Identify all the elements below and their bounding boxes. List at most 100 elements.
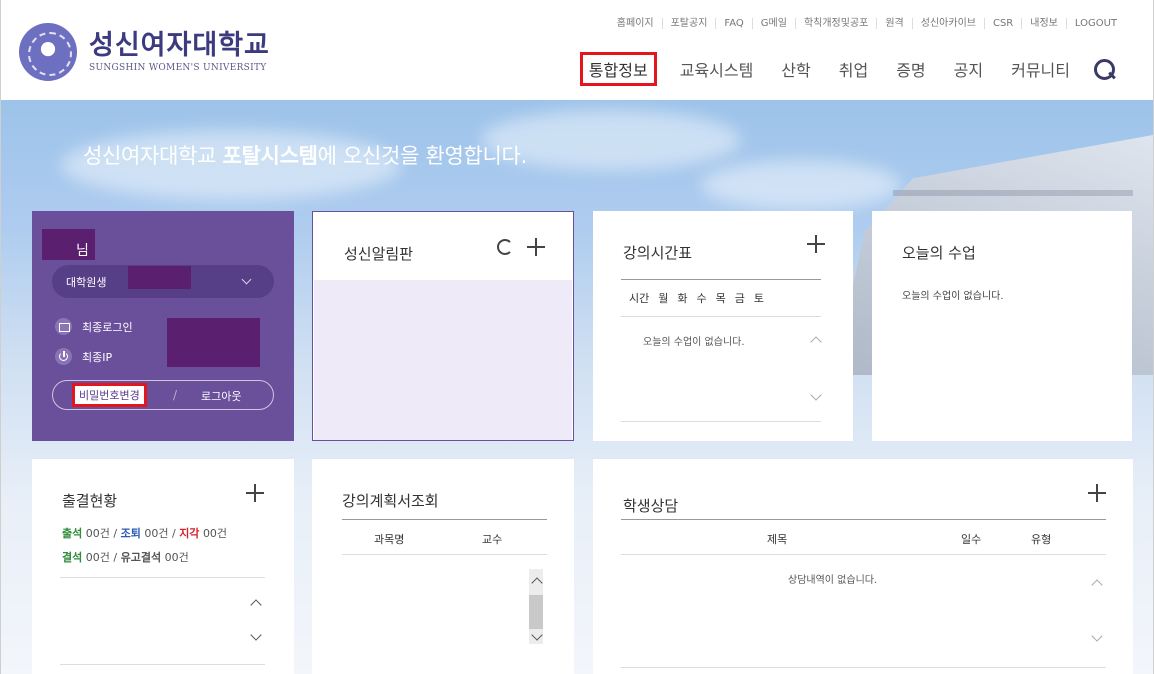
logo-english: SUNGSHIN WOMEN'S UNIVERSITY	[89, 63, 267, 73]
action-separator: /	[173, 388, 178, 402]
logo-korean: 성신여자대학교	[89, 30, 270, 61]
today-class-empty-message: 오늘의 수업이 없습니다.	[902, 291, 1004, 302]
chevron-down-icon[interactable]	[1091, 630, 1103, 642]
notice-board-body	[314, 280, 572, 440]
syllabus-card: 강의계획서조회 과목명 교수	[312, 459, 574, 674]
util-link-homepage[interactable]: 홈페이지	[609, 18, 662, 29]
attendance-line-2: 결석 00건 / 유고결석 00건	[62, 549, 189, 565]
attendance-bottom-divider	[60, 664, 265, 665]
utility-nav: 홈페이지 포탈공지 FAQ G메일 학칙개정및공포 원격 성신아카이브 CSR …	[609, 18, 1125, 29]
last-login-row: 최종로그인	[55, 318, 133, 335]
chevron-down-icon[interactable]	[250, 629, 262, 641]
notice-board-more-icon[interactable]	[527, 238, 545, 256]
attend-early-leave-value: 00건	[144, 527, 169, 540]
document-icon	[55, 318, 72, 335]
cloud-decoration	[701, 160, 901, 210]
welcome-text-bold: 포탈시스템	[222, 144, 318, 168]
attend-sep: /	[113, 527, 118, 540]
counseling-col-type: 유형	[1031, 533, 1052, 546]
util-link-logout[interactable]: LOGOUT	[1065, 18, 1125, 29]
attend-late-label: 지각	[179, 527, 200, 540]
attend-excused-value: 00건	[164, 551, 189, 564]
tt-col-thu: 목	[715, 292, 726, 305]
last-ip-label: 최종IP	[82, 350, 113, 364]
search-icon[interactable]	[1093, 58, 1115, 80]
attendance-title: 출결현황	[62, 492, 118, 510]
attend-present-label: 출석	[62, 527, 83, 540]
user-status-label: 대학원생	[66, 275, 107, 289]
syllabus-scroll-thumb[interactable]	[529, 595, 543, 629]
syllabus-title: 강의계획서조회	[342, 492, 439, 510]
chevron-up-icon[interactable]	[810, 336, 822, 348]
util-link-csr[interactable]: CSR	[983, 18, 1021, 29]
redacted-status	[128, 266, 191, 289]
util-link-gmail[interactable]: G메일	[751, 18, 795, 29]
attend-present-value: 00건	[85, 527, 110, 540]
util-link-rules[interactable]: 학칙개정및공포	[794, 18, 876, 29]
timetable-divider	[621, 421, 821, 422]
tt-col-sat: 토	[753, 292, 764, 305]
attendance-divider	[60, 577, 265, 578]
nav-industry[interactable]: 산학	[776, 54, 815, 84]
counseling-empty-message: 상담내역이 없습니다.	[788, 575, 878, 586]
attend-absent-label: 결석	[62, 551, 83, 564]
counseling-col-title: 제목	[767, 533, 788, 546]
nav-notice[interactable]: 공지	[949, 54, 988, 84]
welcome-text-pre: 성신여자대학교	[83, 144, 223, 168]
tt-col-wed: 수	[696, 292, 707, 305]
attend-sep: /	[113, 551, 118, 564]
attend-early-leave-label: 조퇴	[120, 527, 141, 540]
syllabus-col-subject: 과목명	[374, 533, 405, 546]
util-link-portal-notice[interactable]: 포탈공지	[661, 18, 716, 29]
header: 성신여자대학교 SUNGSHIN WOMEN'S UNIVERSITY 홈페이지…	[1, 0, 1153, 100]
counseling-divider	[621, 667, 1106, 668]
util-link-my-info[interactable]: 내정보	[1021, 18, 1066, 29]
timetable-header: 시간 월 화 수 목 금 토	[621, 279, 821, 317]
timetable-more-icon[interactable]	[807, 235, 825, 253]
refresh-icon[interactable]	[497, 239, 513, 255]
counseling-col-days: 일수	[961, 533, 982, 546]
main-nav: 통합정보 교육시스템 산학 취업 증명 공지 커뮤니티	[562, 52, 1115, 86]
nav-integrated-info[interactable]: 통합정보	[579, 52, 657, 86]
chevron-down-icon[interactable]	[810, 389, 822, 401]
tt-col-time: 시간	[629, 292, 650, 305]
nav-education-system[interactable]: 교육시스템	[675, 54, 759, 84]
tt-col-mon: 월	[658, 292, 669, 305]
logo-text: 성신여자대학교 SUNGSHIN WOMEN'S UNIVERSITY	[89, 30, 270, 74]
attend-late-value: 00건	[202, 527, 228, 540]
counseling-more-icon[interactable]	[1088, 484, 1106, 502]
attend-absent-value: 00건	[85, 551, 110, 564]
power-icon	[55, 348, 72, 365]
chevron-up-icon[interactable]	[250, 599, 262, 611]
nav-certificate[interactable]: 증명	[891, 54, 930, 84]
syllabus-col-professor: 교수	[482, 533, 503, 546]
attend-sep: /	[171, 527, 176, 540]
syllabus-header: 과목명 교수	[342, 519, 547, 555]
portal-page: 성신여자대학교 SUNGSHIN WOMEN'S UNIVERSITY 홈페이지…	[0, 0, 1154, 674]
util-link-archive[interactable]: 성신아카이브	[911, 18, 984, 29]
attend-excused-label: 유고결석	[120, 551, 162, 564]
counseling-card: 학생상담 제목 일수 유형 상담내역이 없습니다.	[593, 459, 1133, 674]
change-password-button[interactable]: 비밀번호변경	[72, 383, 147, 407]
timetable-card: 강의시간표 시간 월 화 수 목 금 토 오늘의 수업이 없습니다.	[593, 211, 853, 441]
attendance-line-1: 출석 00건 / 조퇴 00건 / 지각 00건	[62, 525, 227, 541]
util-link-faq[interactable]: FAQ	[715, 18, 751, 29]
today-class-title: 오늘의 수업	[902, 244, 976, 262]
welcome-text-post: 에 오신것을 환영합니다.	[317, 144, 528, 168]
building-detail	[893, 190, 1133, 196]
timetable-empty-message: 오늘의 수업이 없습니다.	[643, 337, 745, 348]
nav-community[interactable]: 커뮤니티	[1006, 54, 1075, 84]
nav-employment[interactable]: 취업	[834, 54, 873, 84]
util-link-remote[interactable]: 원격	[876, 18, 911, 29]
chevron-up-icon[interactable]	[1091, 579, 1103, 591]
welcome-message: 성신여자대학교 포탈시스템에 오신것을 환영합니다.	[83, 140, 527, 170]
university-logo[interactable]: 성신여자대학교 SUNGSHIN WOMEN'S UNIVERSITY	[19, 22, 279, 82]
notice-board-title: 성신알림판	[344, 245, 414, 263]
attendance-more-icon[interactable]	[246, 484, 264, 502]
logout-button[interactable]: 로그아웃	[201, 388, 241, 404]
last-login-label: 최종로그인	[82, 320, 133, 334]
last-ip-row: 최종IP	[55, 348, 112, 365]
today-class-card: 오늘의 수업 오늘의 수업이 없습니다.	[872, 211, 1132, 441]
tt-col-tue: 화	[677, 292, 688, 305]
timetable-title: 강의시간표	[623, 244, 693, 262]
